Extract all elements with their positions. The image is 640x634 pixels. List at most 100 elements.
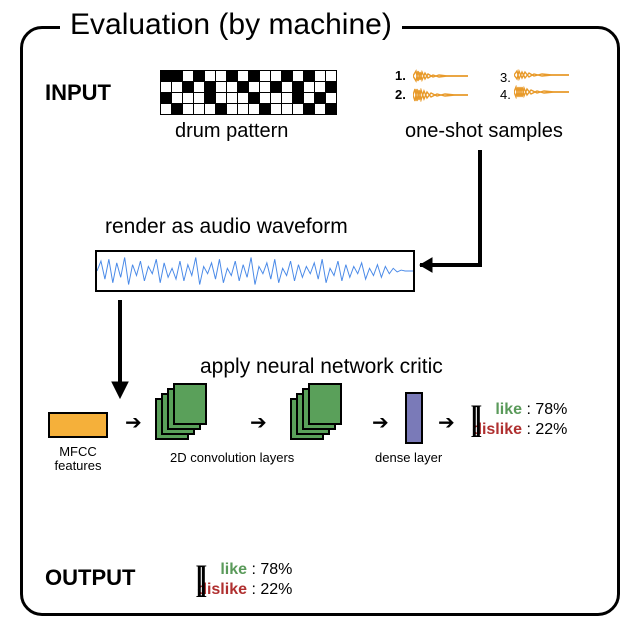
like-percentage: : 78% xyxy=(251,561,292,578)
drum-cell xyxy=(326,104,336,114)
final-output-result: [ like : 78% dislike : 22% ] xyxy=(195,560,292,600)
input-label: INPUT xyxy=(45,80,111,106)
drum-cell xyxy=(194,71,204,81)
drum-cell xyxy=(238,82,248,92)
drum-cell xyxy=(249,93,259,103)
drum-cell xyxy=(194,82,204,92)
arrow-inputs-to-waveform-icon xyxy=(410,150,500,280)
drum-cell xyxy=(227,71,237,81)
drum-cell xyxy=(293,93,303,103)
dislike-percentage: : 22% xyxy=(526,421,567,438)
drum-cell xyxy=(172,104,182,114)
drum-pattern-grid xyxy=(160,70,337,115)
drum-cell xyxy=(271,104,281,114)
drum-cell xyxy=(260,82,270,92)
arrow-conv1-to-conv2-icon: ➔ xyxy=(250,410,267,435)
one-shot-samples-col2: 3. 4. xyxy=(500,68,569,102)
drum-cell xyxy=(304,82,314,92)
drum-cell xyxy=(183,82,193,92)
drum-cell xyxy=(260,71,270,81)
drum-cell xyxy=(183,71,193,81)
drum-cell xyxy=(282,93,292,103)
drum-cell xyxy=(172,93,182,103)
drum-cell xyxy=(205,71,215,81)
drum-cell xyxy=(161,104,171,114)
sample-1-number: 1. xyxy=(395,68,409,83)
drum-cell xyxy=(304,104,314,114)
audio-waveform-box xyxy=(95,250,415,292)
drum-cell xyxy=(271,82,281,92)
drum-cell xyxy=(183,93,193,103)
mfcc-label: MFCC features xyxy=(50,445,106,474)
audio-waveform-icon xyxy=(97,252,413,290)
drum-cell xyxy=(326,93,336,103)
drum-cell xyxy=(216,93,226,103)
drum-cell xyxy=(304,93,314,103)
one-shot-caption: one-shot samples xyxy=(405,120,563,143)
arrow-conv2-to-dense-icon: ➔ xyxy=(372,410,389,435)
drum-cell xyxy=(227,104,237,114)
mfcc-features-box xyxy=(48,412,108,438)
sample-4-number: 4. xyxy=(500,87,511,102)
bracket-right-icon: ] xyxy=(195,569,208,592)
drum-cell xyxy=(315,82,325,92)
sample-3-number: 3. xyxy=(500,70,511,85)
one-shot-samples-col1: 1. 2. xyxy=(395,68,468,106)
sample-3-waveform-icon xyxy=(514,68,569,82)
arrow-waveform-to-nn-icon xyxy=(105,300,135,400)
drum-cell xyxy=(227,93,237,103)
drum-cell xyxy=(293,104,303,114)
drum-cell xyxy=(326,82,336,92)
sample-1-waveform-icon xyxy=(413,69,468,83)
drum-cell xyxy=(260,104,270,114)
drum-cell xyxy=(161,71,171,81)
drum-cell xyxy=(271,71,281,81)
drum-cell xyxy=(205,82,215,92)
dislike-percentage: : 22% xyxy=(251,581,292,598)
conv-label: 2D convolution layers xyxy=(170,450,294,465)
drum-cell xyxy=(326,71,336,81)
drum-cell xyxy=(238,71,248,81)
drum-pattern-caption: drum pattern xyxy=(175,120,288,143)
sample-2-number: 2. xyxy=(395,87,409,102)
drum-cell xyxy=(183,104,193,114)
drum-cell xyxy=(216,82,226,92)
drum-cell xyxy=(282,82,292,92)
drum-cell xyxy=(304,71,314,81)
drum-cell xyxy=(315,93,325,103)
drum-cell xyxy=(205,104,215,114)
like-percentage: : 78% xyxy=(526,401,567,418)
dense-layer-box xyxy=(405,392,423,444)
drum-cell xyxy=(260,93,270,103)
drum-cell xyxy=(161,82,171,92)
drum-cell xyxy=(249,82,259,92)
drum-cell xyxy=(249,71,259,81)
output-label: OUTPUT xyxy=(45,565,135,591)
drum-cell xyxy=(227,82,237,92)
arrow-dense-to-result-icon: ➔ xyxy=(438,410,455,435)
drum-cell xyxy=(194,104,204,114)
drum-cell xyxy=(293,82,303,92)
drum-cell xyxy=(315,71,325,81)
drum-cell xyxy=(282,104,292,114)
bracket-right-icon: ] xyxy=(470,409,483,432)
drum-cell xyxy=(205,93,215,103)
drum-cell xyxy=(315,104,325,114)
drum-cell xyxy=(249,104,259,114)
drum-cell xyxy=(161,93,171,103)
drum-cell xyxy=(271,93,281,103)
frame-title: Evaluation (by machine) xyxy=(60,8,402,42)
drum-cell xyxy=(172,71,182,81)
nn-output-result: [ like : 78% dislike : 22% ] xyxy=(470,400,567,440)
drum-cell xyxy=(172,82,182,92)
drum-cell xyxy=(216,71,226,81)
drum-cell xyxy=(238,104,248,114)
sample-2-waveform-icon xyxy=(413,88,468,102)
drum-cell xyxy=(216,104,226,114)
drum-cell xyxy=(194,93,204,103)
drum-cell xyxy=(238,93,248,103)
apply-nn-caption: apply neural network critic xyxy=(200,355,443,379)
drum-cell xyxy=(293,71,303,81)
sample-4-waveform-icon xyxy=(514,85,569,99)
drum-cell xyxy=(282,71,292,81)
